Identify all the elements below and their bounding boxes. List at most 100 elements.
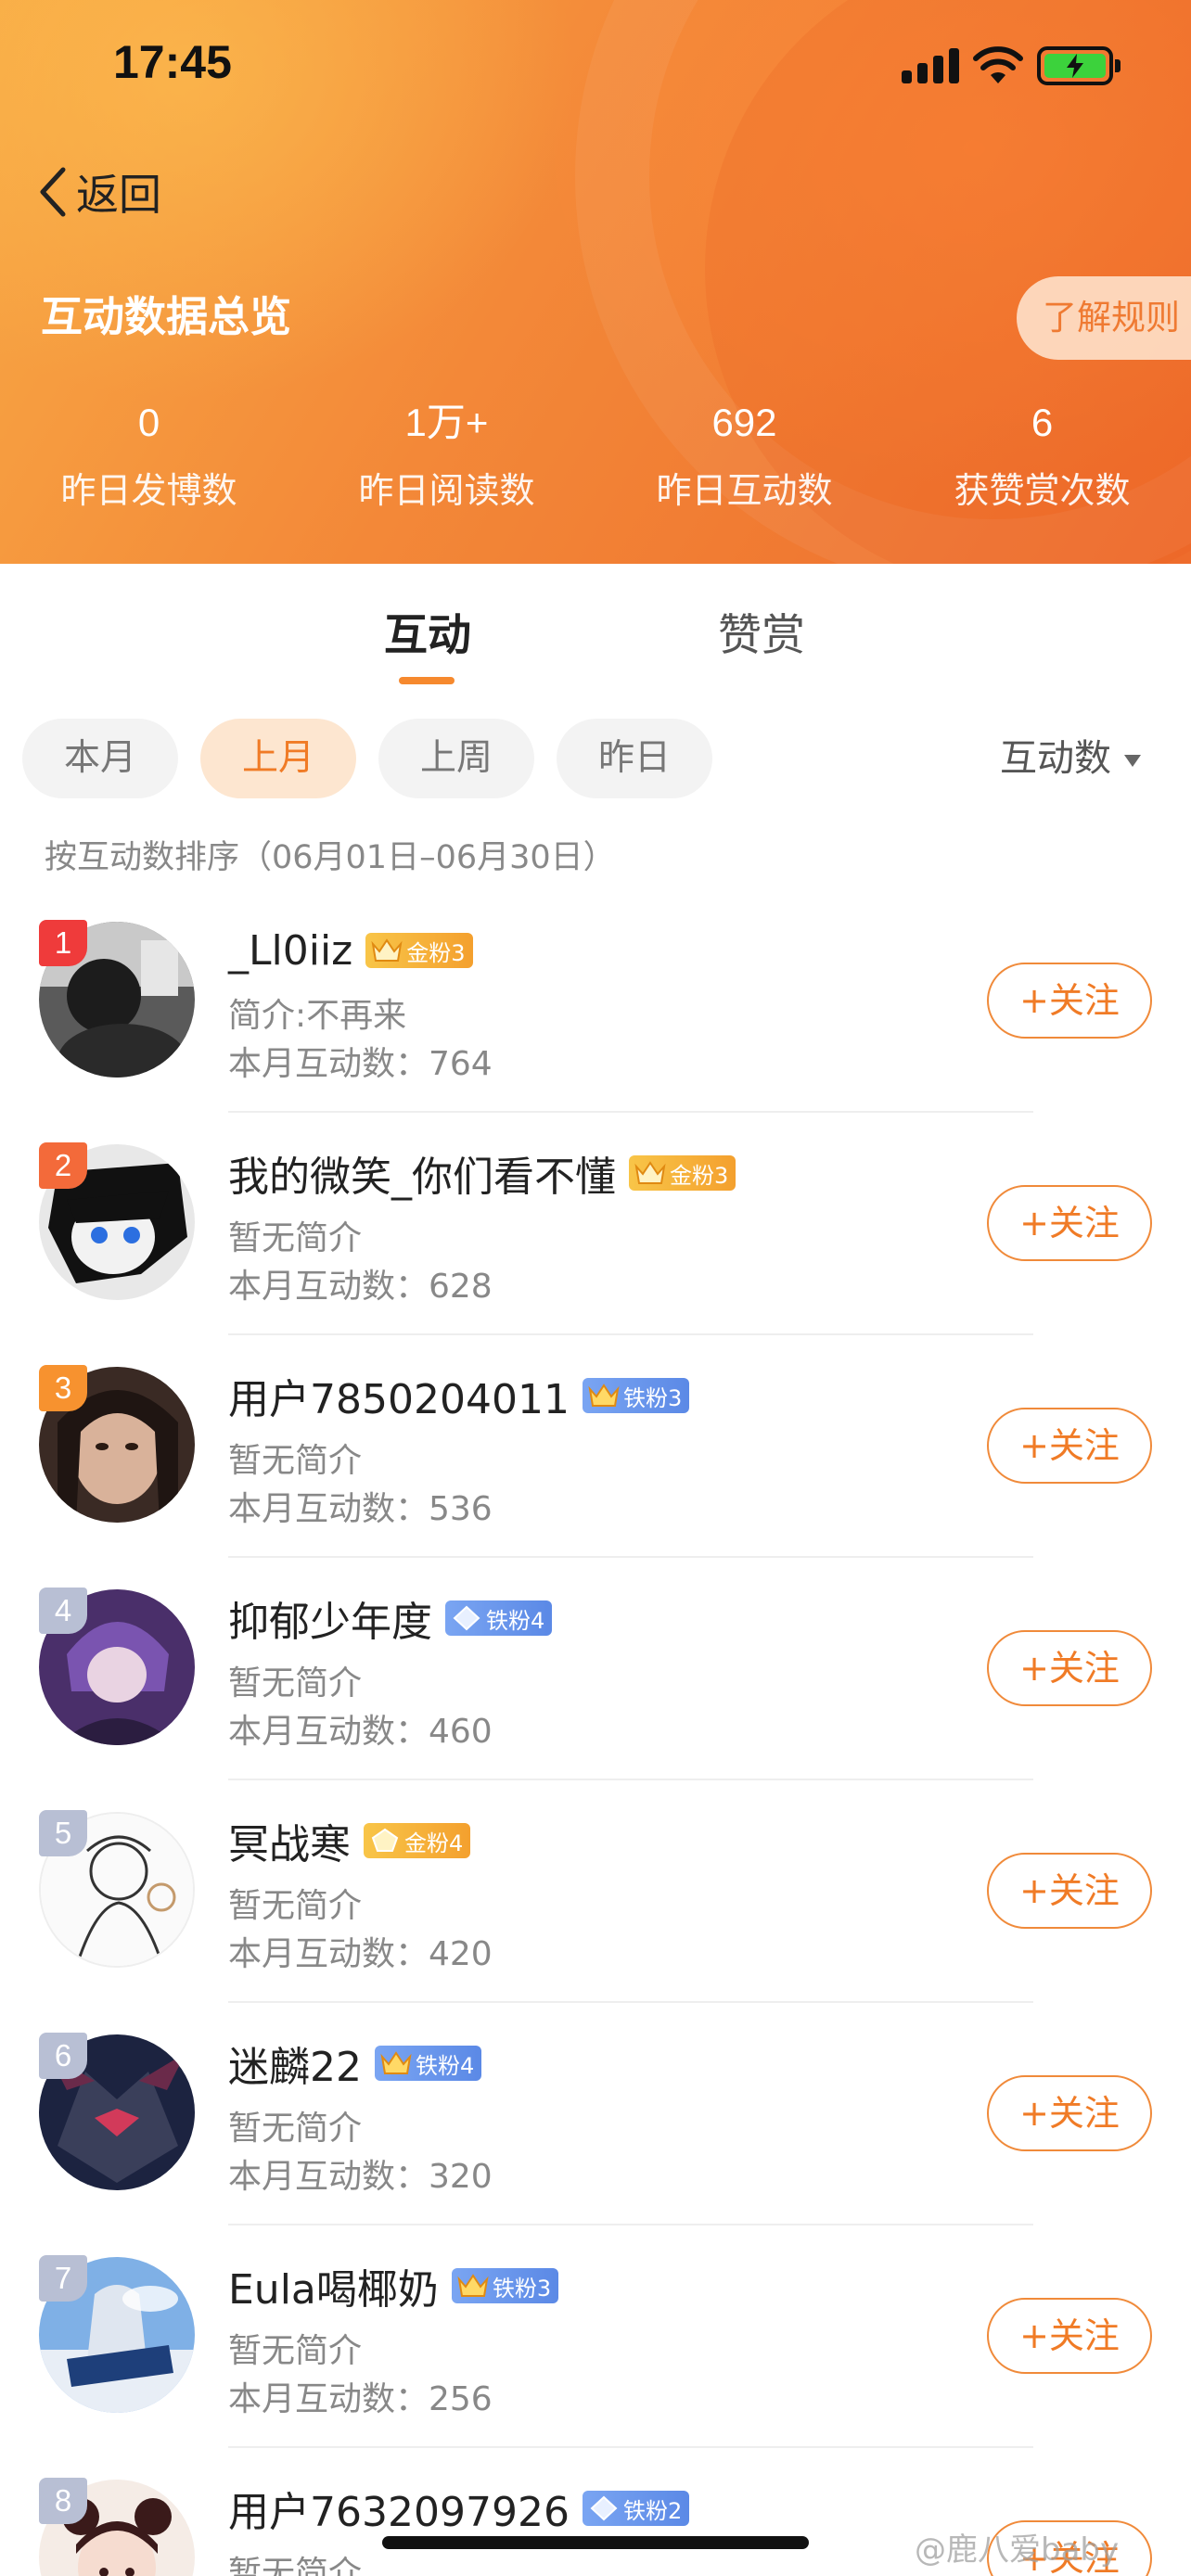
home-indicator[interactable]: [382, 2536, 809, 2549]
filter-yesterday[interactable]: 昨日: [557, 719, 712, 798]
diamond-icon: [453, 1605, 480, 1631]
follow-button[interactable]: +关注: [987, 2298, 1152, 2374]
list-item[interactable]: 6 迷麟22 铁粉4 暂无简介 本月互动数：320 +关注: [0, 2003, 1191, 2225]
stat-label: 获赞赏次数: [954, 470, 1131, 511]
name-line: _Ll0iiz 金粉3: [228, 920, 473, 981]
rank-badge: 2: [39, 1142, 87, 1189]
user-name[interactable]: _Ll0iiz: [228, 927, 352, 975]
interaction-count: 本月互动数：256: [228, 2380, 493, 2418]
rank-badge: 8: [39, 2478, 87, 2524]
fan-badge-label: 金粉3: [406, 939, 466, 966]
rank-badge: 1: [39, 920, 87, 966]
list-item[interactable]: 5 冥战寒 金粉4 暂无简介 本月互动数：420 +关注: [0, 1780, 1191, 2003]
list-item[interactable]: 7 Eula喝椰奶 铁粉3 暂无简介 本月互动数：256 +关注: [0, 2225, 1191, 2448]
tab-indicator: [399, 677, 455, 684]
list-item[interactable]: 2 我的微笑_你们看不懂 金粉3 暂无简介 本月互动数：628 +关注: [0, 1113, 1191, 1335]
rank-badge: 7: [39, 2255, 87, 2302]
user-name[interactable]: 抑郁少年度: [228, 1588, 432, 1648]
name-line: 用户7632097926 铁粉2: [228, 2478, 690, 2539]
follow-button[interactable]: +关注: [987, 1630, 1152, 1706]
crown-icon: [588, 1384, 620, 1407]
fan-badge: 金粉3: [629, 1155, 736, 1191]
fan-badge-label: 金粉4: [404, 1830, 464, 1856]
crown-icon: [380, 2051, 412, 2074]
user-name[interactable]: 迷麟22: [228, 2034, 362, 2093]
user-intro: 暂无简介: [228, 1887, 363, 1925]
name-line: 抑郁少年度 铁粉4: [228, 1588, 553, 1649]
fan-badge-label: 铁粉4: [416, 2052, 475, 2079]
stat-value: 6: [1031, 401, 1054, 444]
fan-badge: 铁粉3: [451, 2268, 559, 2303]
user-intro: 暂无简介: [228, 2555, 363, 2576]
fan-badge: 铁粉4: [445, 1600, 553, 1636]
page-title: 互动数据总览: [41, 292, 292, 341]
fan-badge-label: 铁粉3: [622, 1384, 683, 1411]
back-button[interactable]: 返回: [35, 159, 161, 224]
rank-badge: 6: [39, 2033, 87, 2079]
fan-badge: 铁粉4: [375, 2046, 482, 2081]
header: 17:45 返回 互动数据总览 了解规则 0 昨日发博数 1万+ 昨日阅读数 6…: [0, 0, 1191, 564]
rules-button[interactable]: 了解规则: [1017, 276, 1191, 360]
filter-this-month[interactable]: 本月: [22, 719, 178, 798]
wifi-icon: [973, 46, 1023, 83]
crown-icon: [634, 1161, 666, 1184]
status-time: 17:45: [113, 36, 232, 88]
name-line: 冥战寒 金粉4: [228, 1810, 471, 1871]
interaction-count: 本月互动数：320: [228, 2158, 493, 2196]
stat-value: 0: [137, 401, 160, 444]
user-intro: 暂无简介: [228, 2332, 363, 2370]
stats-row: 0 昨日发博数 1万+ 昨日阅读数 692 昨日互动数 6 获赞赏次数: [0, 397, 1191, 513]
list-item[interactable]: 3 用户7850204011 铁粉3 暂无简介 本月互动数：536 +关注: [0, 1335, 1191, 1558]
stat-value: 692: [711, 401, 777, 444]
follow-button[interactable]: +关注: [987, 963, 1152, 1039]
fan-badge: 铁粉3: [582, 1378, 690, 1413]
user-name[interactable]: Eula喝椰奶: [228, 2256, 439, 2315]
follow-button[interactable]: +关注: [987, 2075, 1152, 2151]
interaction-count: 本月互动数：536: [228, 1490, 493, 1528]
stat-reads: 1万+ 昨日阅读数: [298, 397, 596, 513]
follow-button[interactable]: +关注: [987, 1408, 1152, 1484]
user-name[interactable]: 用户7632097926: [228, 2479, 570, 2538]
watermark: @鹿八爱baby: [915, 2531, 1120, 2569]
crown-icon: [457, 2274, 489, 2297]
filter-last-month[interactable]: 上月: [200, 719, 356, 798]
back-chevron-icon: [40, 167, 66, 217]
tab-interactions[interactable]: 互动: [384, 599, 471, 663]
fan-badge: 金粉4: [364, 1823, 471, 1858]
status-bar: 17:45: [0, 0, 1191, 130]
interaction-count: 本月互动数：764: [228, 1045, 493, 1083]
name-line: Eula喝椰奶 铁粉3: [228, 2255, 559, 2316]
stat-label: 昨日发博数: [60, 470, 237, 511]
user-name[interactable]: 用户7850204011: [228, 1366, 570, 1425]
stat-posts: 0 昨日发博数: [0, 397, 298, 513]
name-line: 用户7850204011 铁粉3: [228, 1365, 690, 1426]
fan-badge: 金粉3: [365, 933, 473, 968]
list-item[interactable]: 4 抑郁少年度 铁粉4 暂无简介 本月互动数：460 +关注: [0, 1558, 1191, 1780]
name-line: 迷麟22 铁粉4: [228, 2033, 482, 2094]
filter-last-week[interactable]: 上周: [378, 719, 534, 798]
list-item[interactable]: 1 _Ll0iiz 金粉3 简介:不再来 本月互动数：764 +关注: [0, 890, 1191, 1113]
interaction-count: 本月互动数：420: [228, 1935, 493, 1973]
user-intro: 暂无简介: [228, 1664, 363, 1702]
follow-button[interactable]: +关注: [987, 1185, 1152, 1261]
rank-badge: 3: [39, 1365, 87, 1411]
sort-label: 互动数: [1000, 737, 1111, 780]
filter-bar: 本月 上月 上周 昨日 互动数: [0, 719, 1191, 798]
crown-icon: [371, 938, 403, 962]
diamond-icon: [590, 2495, 618, 2521]
interaction-count: 本月互动数：628: [228, 1268, 493, 1306]
stat-label: 昨日互动数: [656, 470, 833, 511]
diamond-icon: [371, 1828, 399, 1852]
rank-badge: 5: [39, 1810, 87, 1856]
fan-badge: 铁粉2: [582, 2491, 690, 2526]
user-name[interactable]: 冥战寒: [228, 1811, 351, 1870]
sort-dropdown[interactable]: 互动数: [1000, 719, 1141, 798]
name-line: 我的微笑_你们看不懂 金粉3: [228, 1142, 736, 1204]
user-intro: 简介:不再来: [228, 997, 407, 1035]
user-name[interactable]: 我的微笑_你们看不懂: [228, 1143, 616, 1203]
signal-icon: [902, 48, 959, 83]
tab-rewards[interactable]: 赞赏: [718, 599, 805, 663]
follow-button[interactable]: +关注: [987, 1853, 1152, 1929]
fan-badge-label: 金粉3: [670, 1162, 729, 1189]
stat-interactions: 692 昨日互动数: [596, 397, 893, 513]
